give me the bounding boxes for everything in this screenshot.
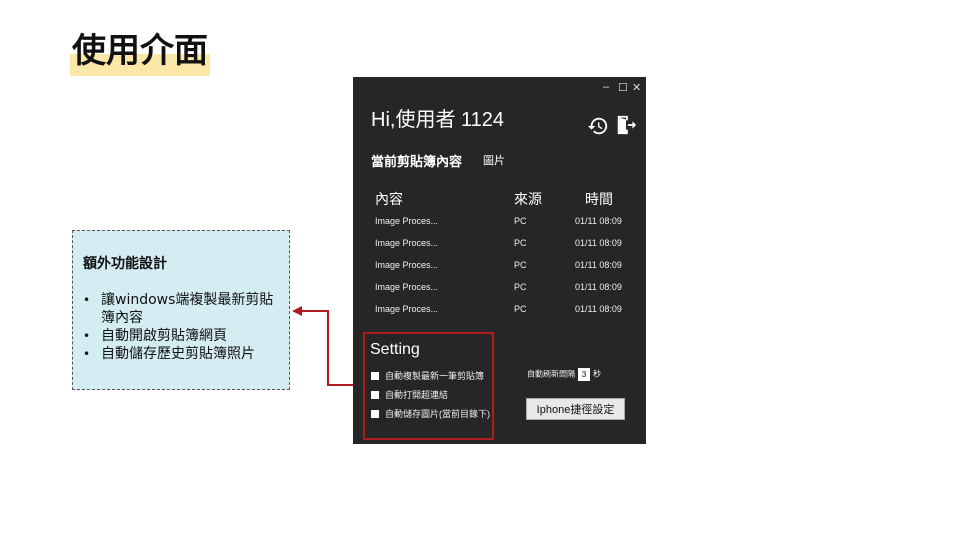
close-button[interactable]: ✕ xyxy=(632,81,641,94)
row-time: 01/11 08:09 xyxy=(575,304,622,314)
table-row[interactable]: Image Proces... PC 01/11 08:09 xyxy=(353,216,646,238)
row-source: PC xyxy=(514,238,527,248)
slide-title: 使用介面 xyxy=(70,28,210,76)
row-time: 01/11 08:09 xyxy=(575,238,622,248)
greeting-text: Hi,使用者 1124 xyxy=(371,109,505,131)
header-content: 內容 xyxy=(375,191,403,207)
setting-highlight-box xyxy=(363,332,494,440)
row-source: PC xyxy=(514,216,527,226)
row-content: Image Proces... xyxy=(375,304,439,314)
iphone-shortcut-button[interactable]: Iphone捷徑設定 xyxy=(526,398,625,420)
maximize-button[interactable]: ☐ xyxy=(618,81,628,94)
refresh-label: 自動刷新間隔 xyxy=(527,369,575,379)
row-content: Image Proces... xyxy=(375,238,439,248)
row-time: 01/11 08:09 xyxy=(575,260,622,270)
header-source: 來源 xyxy=(514,191,542,207)
header-time: 時間 xyxy=(585,191,613,207)
table-row[interactable]: Image Proces... PC 01/11 08:09 xyxy=(353,282,646,304)
row-content: Image Proces... xyxy=(375,282,439,292)
minimize-button[interactable]: – xyxy=(603,81,609,93)
row-source: PC xyxy=(514,260,527,270)
current-clipboard-type: 圖片 xyxy=(483,155,505,167)
row-content: Image Proces... xyxy=(375,216,439,226)
logout-icon[interactable] xyxy=(615,114,637,136)
current-clipboard-label: 當前剪貼簿內容 xyxy=(371,154,463,169)
refresh-unit: 秒 xyxy=(593,369,601,379)
table-row[interactable]: Image Proces... PC 01/11 08:09 xyxy=(353,304,646,326)
row-time: 01/11 08:09 xyxy=(575,282,622,292)
refresh-interval: 自動刷新間隔 3 秒 xyxy=(527,368,601,381)
row-content: Image Proces... xyxy=(375,260,439,270)
history-icon[interactable] xyxy=(587,115,609,137)
table-row[interactable]: Image Proces... PC 01/11 08:09 xyxy=(353,260,646,282)
row-source: PC xyxy=(514,304,527,314)
slide-title-text: 使用介面 xyxy=(72,31,208,71)
row-source: PC xyxy=(514,282,527,292)
table-row[interactable]: Image Proces... PC 01/11 08:09 xyxy=(353,238,646,260)
refresh-interval-input[interactable]: 3 xyxy=(578,368,590,381)
row-time: 01/11 08:09 xyxy=(575,216,622,226)
